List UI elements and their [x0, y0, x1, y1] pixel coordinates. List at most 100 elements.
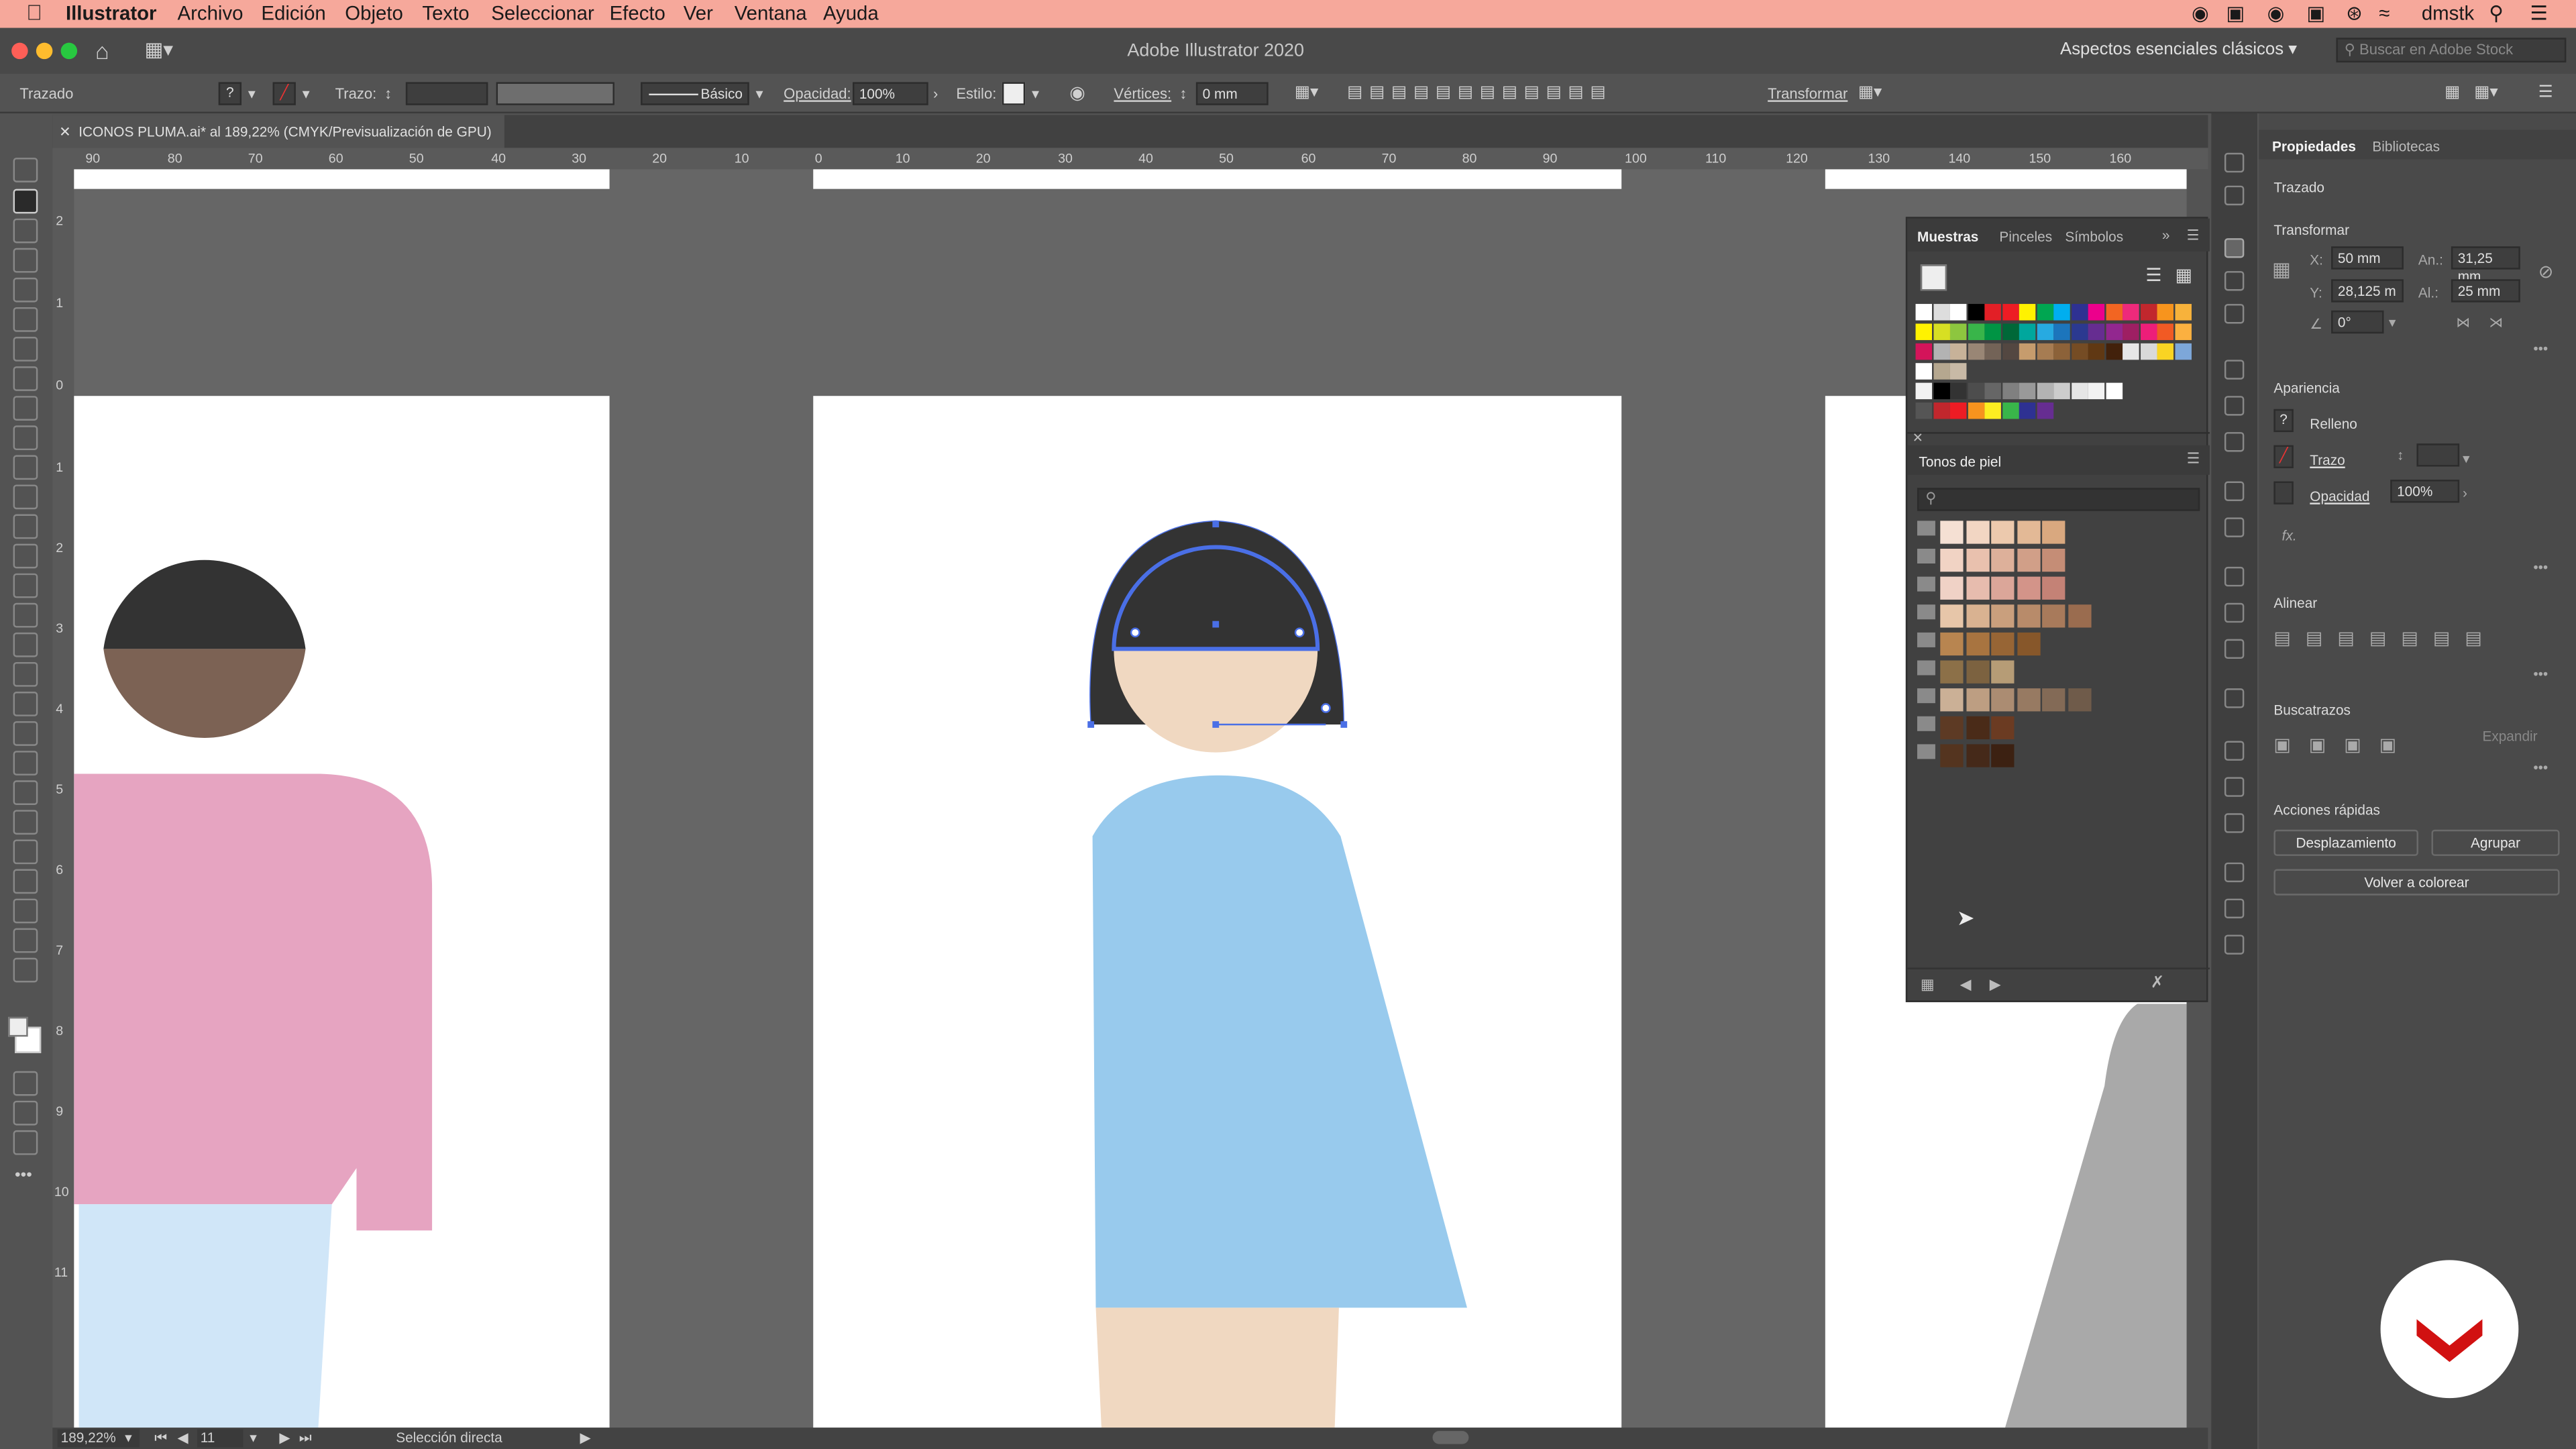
align-buttons[interactable]: ▤▤▤▤▤▤▤▤▤▤▤▤ — [1347, 84, 1612, 102]
perspective-grid-tool-icon[interactable] — [13, 661, 38, 687]
skin-tone-swatch[interactable] — [1966, 688, 1989, 712]
tab-muestras[interactable]: Muestras — [1917, 228, 1978, 244]
isolate-icon[interactable]: ▦▾ — [1858, 84, 1882, 102]
style-dropdown-icon[interactable]: ▾ — [1032, 85, 1039, 103]
color-swatch[interactable] — [1967, 323, 1984, 340]
color-swatch[interactable] — [1984, 382, 2001, 400]
color-swatch[interactable] — [2088, 304, 2105, 321]
curvature-tool-icon[interactable] — [13, 307, 38, 332]
flip-vertical-icon[interactable]: ⋊ — [2489, 314, 2503, 332]
color-swatch[interactable] — [2105, 382, 2122, 400]
transform-icon[interactable] — [2224, 741, 2245, 761]
color-swatch[interactable] — [2036, 304, 2053, 321]
skin-tone-swatch[interactable] — [2042, 521, 2065, 544]
color-swatch[interactable] — [1949, 304, 1967, 321]
folder-icon[interactable] — [1917, 716, 1935, 731]
stroke-dropdown-icon[interactable]: ▾ — [303, 85, 310, 103]
color-swatch[interactable] — [2157, 343, 2174, 360]
color-mode-icon[interactable] — [13, 1071, 38, 1096]
folder-icon[interactable] — [1917, 688, 1935, 704]
menu-ventana[interactable]: Ventana — [735, 1, 807, 24]
next-artboard-icon[interactable]: ▶ — [279, 1430, 290, 1448]
angle-input[interactable]: 0° — [2331, 310, 2384, 334]
stroke-label[interactable]: Trazo — [2310, 451, 2345, 468]
vertices-stepper[interactable]: ↕ — [1179, 85, 1187, 101]
skin-tone-swatch[interactable] — [1966, 604, 1989, 628]
skin-tone-swatch[interactable] — [1991, 576, 2015, 600]
fill-color-icon[interactable] — [8, 1016, 28, 1037]
color-swatch[interactable] — [2139, 304, 2157, 321]
screen-mode-icon[interactable] — [13, 1130, 38, 1155]
grid-view-icon[interactable]: ▦ — [2175, 264, 2192, 286]
status-icon-3[interactable]: ◉ — [2267, 1, 2285, 24]
color-swatch[interactable] — [1933, 323, 1949, 340]
home-icon[interactable]: ⌂ — [95, 38, 109, 64]
gradient-tool-icon[interactable] — [13, 721, 38, 746]
transparency-icon[interactable] — [2224, 432, 2245, 452]
align-icon[interactable] — [2224, 777, 2245, 797]
gradient-icon[interactable] — [2224, 396, 2245, 416]
color-swatch[interactable] — [2053, 343, 2070, 360]
skin-tone-swatch[interactable] — [1991, 548, 2015, 572]
workspace-switcher[interactable]: Aspectos esenciales clásicos ▾ — [2060, 40, 2297, 59]
paragraph-icon[interactable] — [2224, 898, 2245, 918]
color-swatch[interactable] — [2105, 323, 2122, 340]
center-point[interactable] — [1212, 621, 1220, 628]
appearance-more-icon[interactable]: ••• — [2533, 559, 2548, 575]
pathfinder-more-icon[interactable]: ••• — [2533, 759, 2548, 775]
stroke-weight-stepper[interactable]: ↕ — [2397, 447, 2404, 463]
brush-definition[interactable]: Básico — [641, 82, 749, 105]
color-swatch[interactable] — [2088, 343, 2105, 360]
fill-swatch[interactable]: ? — [218, 82, 242, 105]
recolor-icon[interactable]: ◉ — [1069, 82, 1085, 103]
color-swatch[interactable] — [2105, 343, 2122, 360]
fx-label[interactable]: fx. — [2282, 527, 2297, 543]
appearance-fill-swatch[interactable]: ? — [2273, 409, 2294, 433]
color-swatch[interactable] — [1915, 402, 1933, 419]
vertical-ruler[interactable]: 2 1 0 1 2 3 4 5 6 7 8 9 10 11 — [52, 148, 74, 1428]
color-swatch[interactable] — [2053, 323, 2070, 340]
menu-efecto[interactable]: Efecto — [610, 1, 665, 24]
pathfinder-buttons[interactable]: ▣▣▣▣ — [2273, 735, 2414, 755]
color-swatch[interactable] — [2002, 402, 2019, 419]
brush-dropdown-icon[interactable]: ▾ — [756, 85, 763, 103]
color-guide-icon[interactable] — [2224, 152, 2245, 173]
close-library-icon[interactable]: ✕ — [1913, 431, 1923, 445]
mesh-tool-icon[interactable] — [13, 692, 38, 716]
color-swatch[interactable] — [2002, 343, 2019, 360]
layers-icon[interactable] — [2224, 566, 2245, 587]
color-swatch[interactable] — [1933, 343, 1949, 360]
anchor-point[interactable] — [1340, 721, 1348, 728]
color-swatch[interactable] — [2019, 343, 2036, 360]
artboard-dropdown-icon[interactable]: ▾ — [250, 1430, 256, 1448]
menu-ver[interactable]: Ver — [684, 1, 713, 24]
last-artboard-icon[interactable]: ⏭ — [299, 1430, 312, 1448]
skin-tone-swatch[interactable] — [1940, 548, 1964, 572]
anchor-point[interactable] — [1087, 721, 1095, 728]
color-swatch[interactable] — [2002, 304, 2019, 321]
opacity-input[interactable]: 100% — [853, 82, 928, 105]
skin-tone-swatch[interactable] — [1991, 604, 2015, 628]
unlink-library-icon[interactable]: ✗ — [2151, 974, 2165, 992]
bluetooth-icon[interactable]: ⊛ — [2346, 1, 2363, 24]
color-swatch[interactable] — [2157, 323, 2174, 340]
panel-collapse-icon[interactable]: » — [2162, 227, 2170, 243]
color-swatch[interactable] — [1933, 382, 1949, 400]
rotate-tool-icon[interactable] — [13, 514, 38, 539]
panel-layout-icon[interactable]: ▦ — [2445, 84, 2460, 102]
libraries-icon[interactable]: ▦ — [1921, 976, 1935, 994]
user-name[interactable]: dmstk — [2422, 1, 2474, 24]
color-swatch[interactable] — [1984, 323, 2001, 340]
anchor-point[interactable] — [1212, 721, 1220, 728]
skin-tone-swatch[interactable] — [2068, 688, 2091, 712]
color-swatch[interactable] — [1949, 402, 1967, 419]
artboard-tool-icon[interactable] — [13, 869, 38, 894]
group-button[interactable]: Agrupar — [2431, 829, 2560, 856]
artboard-left[interactable] — [74, 396, 610, 1428]
color-swatch[interactable] — [1967, 343, 1984, 360]
menu-app-name[interactable]: Illustrator — [66, 1, 157, 24]
eraser-tool-icon[interactable] — [13, 484, 38, 510]
opacity-input[interactable]: 100% — [2390, 480, 2460, 503]
folder-icon[interactable] — [1917, 576, 1935, 592]
color-swatch[interactable] — [1984, 343, 2001, 360]
